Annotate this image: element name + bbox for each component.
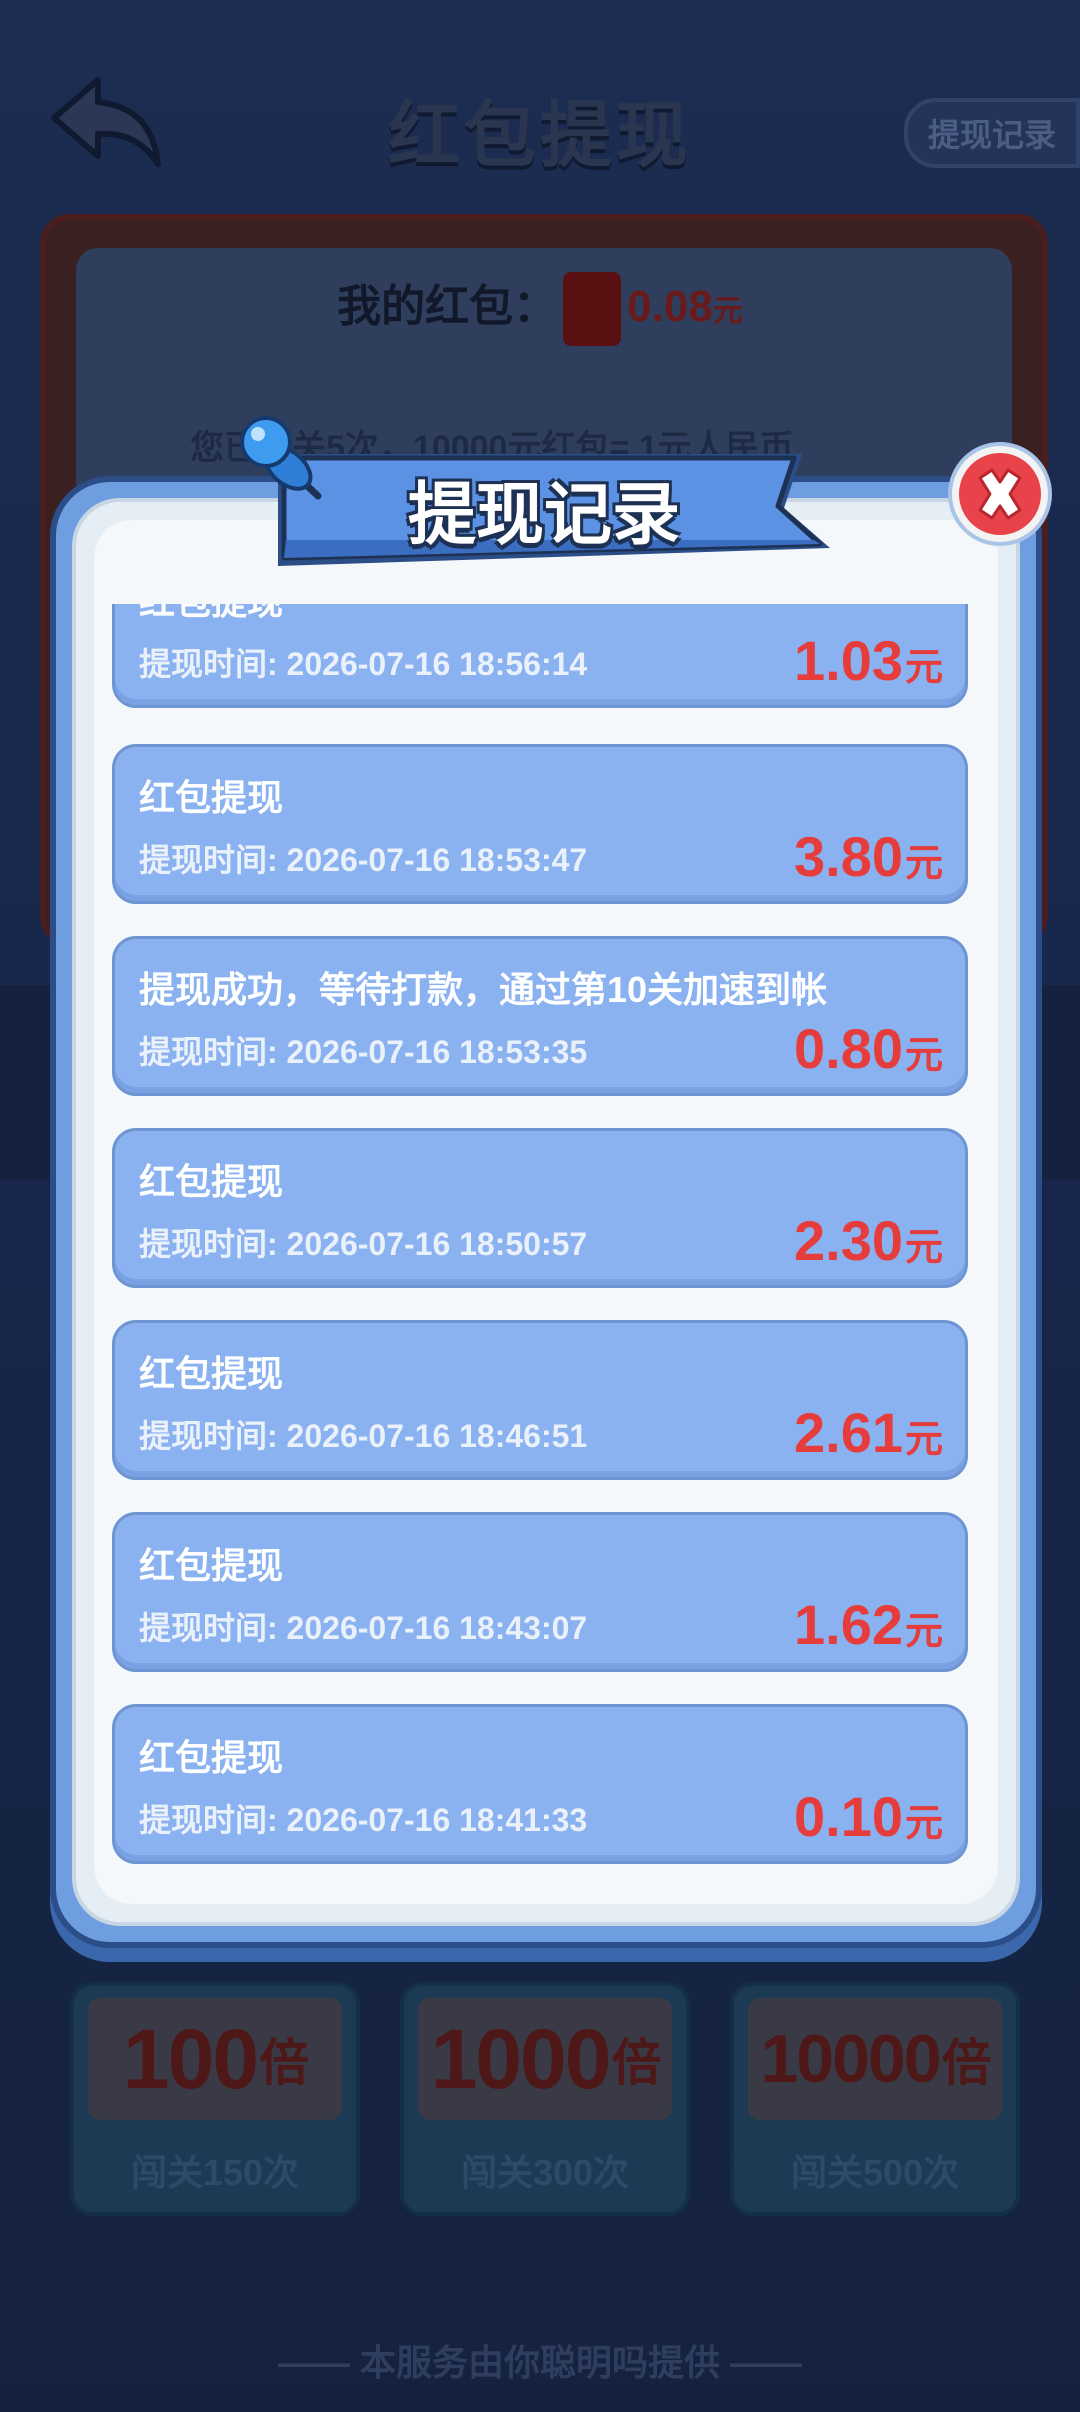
record-amount: 0.80元 xyxy=(793,1017,943,1080)
record-time: 提现时间: 2026-07-16 18:53:47 xyxy=(139,842,588,878)
multiplier-card-1000[interactable]: 1000 倍 闯关300次 xyxy=(400,1982,690,2216)
record-item: 红包提现 提现时间: 2026-07-16 18:50:57 2.30元 xyxy=(112,1128,968,1288)
multiplier-value: 1000 倍 xyxy=(418,1998,672,2120)
red-packet-icon xyxy=(563,272,622,347)
record-amount: 2.30元 xyxy=(793,1209,943,1272)
wallet-unit: 元 xyxy=(712,295,743,328)
record-desc: 红包提现 xyxy=(139,1161,284,1202)
record-desc: 提现成功，等待打款，通过第10关加速到帐 xyxy=(139,969,828,1010)
records-list[interactable]: 红包提现 提现时间: 2026-07-16 18:56:14 1.03元 红包提… xyxy=(112,604,968,1866)
record-item: 红包提现 提现时间: 2026-07-16 18:41:33 0.10元 xyxy=(112,1704,968,1864)
multiplier-caption: 闯关300次 xyxy=(460,2152,630,2193)
record-time: 提现时间: 2026-07-16 18:43:07 xyxy=(139,1610,588,1646)
record-time: 提现时间: 2026-07-16 18:41:33 xyxy=(139,1802,588,1838)
record-desc: 红包提现 xyxy=(139,604,283,625)
record-desc: 红包提现 xyxy=(139,1737,284,1778)
record-amount: 1.03元 xyxy=(793,629,943,692)
record-item: 提现成功，等待打款，通过第10关加速到帐 提现时间: 2026-07-16 18… xyxy=(112,936,968,1096)
wallet-amount: 0.08 xyxy=(627,282,713,331)
record-desc: 红包提现 xyxy=(139,1545,284,1586)
record-amount: 2.61元 xyxy=(793,1401,943,1464)
modal-title: 提现记录 xyxy=(407,476,680,553)
multiplier-value: 10000 倍 xyxy=(748,1998,1002,2120)
withdraw-records-button[interactable]: 提现记录 xyxy=(904,98,1080,168)
pushpin-icon xyxy=(240,416,322,500)
close-icon[interactable] xyxy=(946,440,1054,548)
record-item: 红包提现 提现时间: 2026-07-16 18:46:51 2.61元 xyxy=(112,1320,968,1480)
multiplier-card-100[interactable]: 100 倍 闯关150次 xyxy=(70,1982,360,2216)
record-amount: 3.80元 xyxy=(793,825,943,888)
record-amount: 1.62元 xyxy=(793,1593,943,1656)
record-time: 提现时间: 2026-07-16 18:50:57 xyxy=(139,1226,588,1262)
record-time: 提现时间: 2026-07-16 18:53:35 xyxy=(139,1034,588,1070)
record-amount: 0.10元 xyxy=(793,1785,943,1848)
my-wallet: 我的红包： 0.08元 xyxy=(0,270,1080,347)
wallet-label: 我的红包： xyxy=(337,282,558,331)
multiplier-caption: 闯关500次 xyxy=(790,2152,960,2193)
multiplier-value: 100 倍 xyxy=(88,1998,342,2120)
record-item: 红包提现 提现时间: 2026-07-16 18:43:07 1.62元 xyxy=(112,1512,968,1672)
multiplier-card-10000[interactable]: 10000 倍 闯关500次 xyxy=(730,1982,1020,2216)
record-desc: 红包提现 xyxy=(139,1353,284,1394)
multiplier-caption: 闯关150次 xyxy=(130,2152,300,2193)
record-time: 提现时间: 2026-07-16 18:46:51 xyxy=(139,1418,588,1454)
record-desc: 红包提现 xyxy=(139,777,284,818)
footer-credit: —— 本服务由你聪明吗提供 —— xyxy=(277,2342,802,2383)
record-item: 红包提现 提现时间: 2026-07-16 18:53:47 3.80元 xyxy=(112,744,968,904)
record-item: 红包提现 提现时间: 2026-07-16 18:56:14 1.03元 xyxy=(112,604,968,708)
record-time: 提现时间: 2026-07-16 18:56:14 xyxy=(139,646,588,682)
